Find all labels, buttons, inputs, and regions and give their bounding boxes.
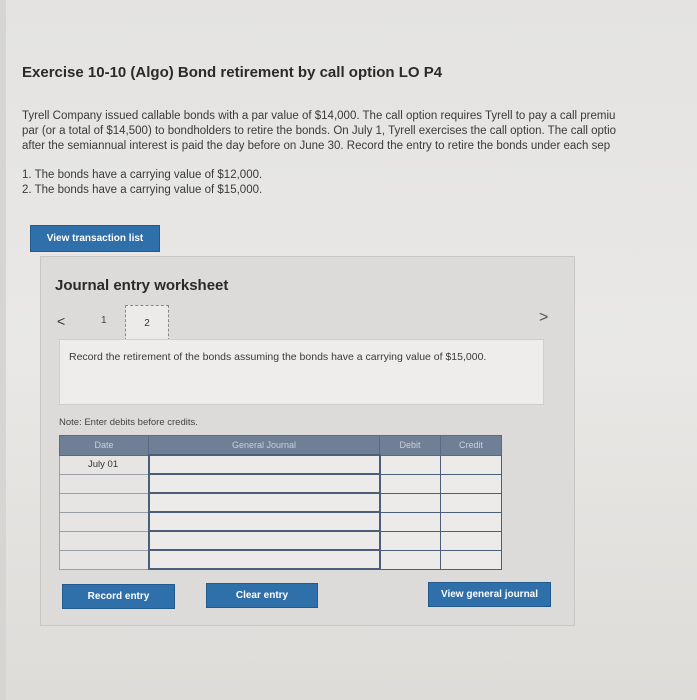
paragraph-line: Tyrell Company issued callable bonds wit… [22, 110, 616, 122]
prev-arrow-icon[interactable]: < [57, 313, 65, 329]
journal-entry-worksheet: Journal entry worksheet < 1 2 > Record t… [40, 256, 575, 626]
date-cell[interactable] [59, 549, 149, 570]
next-arrow-icon[interactable]: > [539, 309, 548, 327]
column-header-general-journal: General Journal [148, 435, 380, 456]
exercise-title: Exercise 10-10 (Algo) Bond retirement by… [22, 64, 443, 81]
credit-input[interactable] [440, 530, 502, 551]
requirements-list: 1. The bonds have a carrying value of $1… [22, 168, 262, 198]
account-select[interactable] [147, 473, 381, 494]
table-row: July 01 [59, 454, 502, 475]
debit-input[interactable] [379, 549, 441, 570]
credit-input[interactable] [440, 511, 502, 532]
requirement-item: 1. The bonds have a carrying value of $1… [22, 169, 263, 181]
paragraph-line: after the semiannual interest is paid th… [22, 140, 611, 152]
problem-paragraph: Tyrell Company issued callable bonds wit… [22, 109, 697, 154]
column-header-date: Date [59, 435, 149, 456]
table-row [59, 511, 502, 532]
page-tab-2[interactable]: 2 [125, 305, 169, 341]
entry-note: Note: Enter debits before credits. [59, 417, 198, 428]
paragraph-line: par (or a total of $14,500) to bondholde… [22, 125, 617, 137]
credit-input[interactable] [440, 549, 502, 570]
table-row [59, 473, 502, 494]
table-row [59, 549, 502, 570]
date-value: July 01 [88, 459, 119, 470]
table-row [59, 530, 502, 551]
account-select[interactable] [147, 454, 381, 475]
date-cell[interactable]: July 01 [59, 454, 149, 475]
page-tab-1[interactable]: 1 [101, 315, 107, 326]
account-select[interactable] [147, 530, 381, 551]
account-select[interactable] [147, 492, 381, 513]
clear-entry-button[interactable]: Clear entry [206, 583, 318, 608]
entry-prompt: Record the retirement of the bonds assum… [59, 339, 544, 405]
column-header-credit: Credit [440, 435, 502, 456]
credit-input[interactable] [440, 473, 502, 494]
date-cell[interactable] [59, 511, 149, 532]
journal-table: Date General Journal Debit Credit July 0… [59, 435, 502, 570]
debit-input[interactable] [379, 530, 441, 551]
debit-input[interactable] [379, 511, 441, 532]
page-edge [0, 0, 6, 700]
date-cell[interactable] [59, 530, 149, 551]
credit-input[interactable] [440, 454, 502, 475]
table-row [59, 492, 502, 513]
credit-input[interactable] [440, 492, 502, 513]
debit-input[interactable] [379, 473, 441, 494]
requirement-item: 2. The bonds have a carrying value of $1… [22, 184, 263, 196]
account-select[interactable] [147, 549, 381, 570]
worksheet-title: Journal entry worksheet [55, 277, 229, 294]
view-transaction-list-button[interactable]: View transaction list [30, 225, 160, 252]
column-header-debit: Debit [379, 435, 441, 456]
date-cell[interactable] [59, 492, 149, 513]
view-general-journal-button[interactable]: View general journal [428, 582, 551, 607]
record-entry-button[interactable]: Record entry [62, 584, 175, 609]
date-cell[interactable] [59, 473, 149, 494]
debit-input[interactable] [379, 454, 441, 475]
account-select[interactable] [147, 511, 381, 532]
debit-input[interactable] [379, 492, 441, 513]
